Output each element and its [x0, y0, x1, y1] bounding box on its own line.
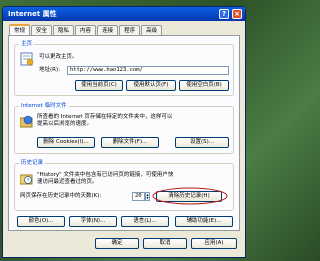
tab-content[interactable]: 内容: [75, 25, 97, 35]
use-default-page-button[interactable]: 使用默认页(F): [126, 80, 176, 91]
history-days-label: 网页保存在历史记录中的天数(K):: [20, 193, 102, 199]
tab-advanced[interactable]: 高级: [141, 25, 163, 35]
tab-strip: 常规 安全 隐私 内容 连接 程序 高级: [9, 24, 163, 35]
use-current-page-button[interactable]: 使用当前页(C): [75, 80, 123, 91]
internet-options-dialog: Internet 属性 ? × 常规 安全 隐私 内容 连接 程序 高级 主页 …: [2, 6, 246, 258]
temp-files-desc-line2: 提高以后浏览的速度。: [37, 121, 93, 127]
history-desc-line2: 速访问最近查看过的页。: [37, 179, 98, 185]
tab-connections[interactable]: 连接: [97, 25, 119, 35]
history-days-field[interactable]: 20: [132, 192, 145, 201]
temp-files-legend: Internet 临时文件: [19, 102, 69, 110]
colors-button[interactable]: 颜色(O)...: [17, 216, 65, 227]
tab-general[interactable]: 常规: [9, 24, 31, 35]
history-desc-line1: "History" 文件夹中包含有已访问页的链接，可使用户快: [37, 172, 174, 178]
temp-files-desc-line1: 所查看的 Internet 页存储在特定的文件夹中，这样可以: [37, 114, 173, 120]
highlight-circle-annotation: [152, 187, 228, 205]
home-page-icon: [20, 52, 34, 66]
use-blank-page-button[interactable]: 使用空白页(B): [179, 80, 229, 91]
tab-security[interactable]: 安全: [31, 25, 53, 35]
history-group: 历史记录 "History" 文件夹中包含有已访问页的链接，可使用户快 速访问最…: [14, 159, 234, 211]
accessibility-button[interactable]: 辅助功能(E)...: [175, 216, 233, 227]
general-tab-panel: 主页 可以更改主页。 地址(R): http://www.hao123.com/…: [8, 35, 240, 231]
cancel-button[interactable]: 取消: [143, 238, 187, 249]
address-label: 地址(R):: [39, 67, 60, 73]
homepage-legend: 主页: [19, 40, 35, 48]
homepage-description: 可以更改主页。: [39, 54, 78, 60]
languages-button[interactable]: 语言(L)...: [121, 216, 169, 227]
fonts-button[interactable]: 字体(N)...: [69, 216, 117, 227]
window-title: Internet 属性: [8, 10, 57, 18]
delete-cookies-button[interactable]: 删除 Cookies(I)...: [37, 137, 95, 148]
history-days-spinner[interactable]: ▴ ▾: [145, 192, 150, 201]
ok-button[interactable]: 确定: [95, 238, 139, 249]
homepage-group: 主页 可以更改主页。 地址(R): http://www.hao123.com/…: [14, 40, 234, 96]
apply-button[interactable]: 应用(A): [191, 238, 237, 249]
homepage-address-field[interactable]: http://www.hao123.com/: [67, 66, 229, 75]
history-folder-icon: [20, 174, 33, 185]
history-legend: 历史记录: [19, 159, 46, 167]
tab-programs[interactable]: 程序: [119, 25, 141, 35]
tab-privacy[interactable]: 隐私: [53, 25, 75, 35]
ie-globe-icon: [20, 115, 33, 128]
temp-files-group: Internet 临时文件 所查看的 Internet 页存储在特定的文件夹中，…: [14, 102, 234, 154]
close-button[interactable]: ×: [232, 9, 242, 19]
delete-files-button[interactable]: 删除文件(F)...: [101, 137, 159, 148]
title-bar: Internet 属性 ? ×: [3, 7, 245, 21]
settings-button[interactable]: 设置(S)...: [175, 137, 229, 148]
help-button[interactable]: ?: [219, 9, 229, 19]
